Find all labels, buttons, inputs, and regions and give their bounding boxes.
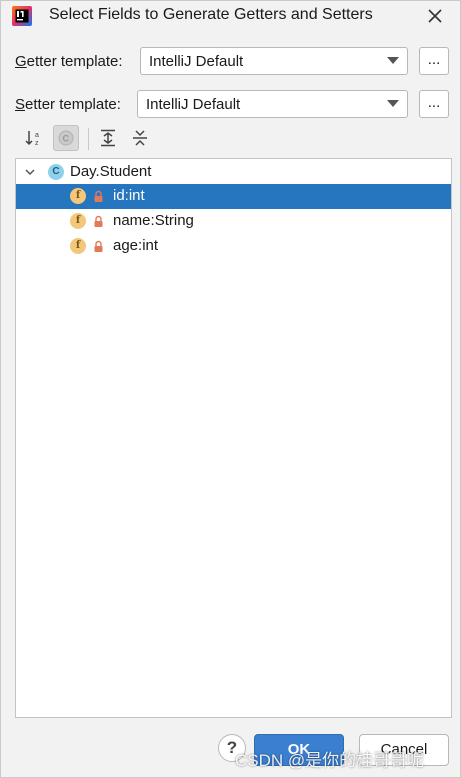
field-label: id:int (113, 187, 145, 204)
lock-icon (94, 240, 103, 252)
setter-template-combobox[interactable]: IntelliJ Default (137, 90, 408, 118)
collapse-all-icon (133, 130, 147, 146)
setter-template-value: IntelliJ Default (146, 96, 241, 113)
field-icon: f (70, 213, 86, 229)
setter-template-row: Setter template: IntelliJ Default ... (15, 90, 449, 120)
tree-node-field[interactable]: f age:int (16, 234, 451, 259)
tree-toolbar: a z C (21, 125, 181, 153)
expand-all-button[interactable] (95, 125, 121, 151)
svg-text:C: C (63, 134, 70, 144)
field-label: name:String (113, 212, 194, 229)
show-classes-icon: C (58, 130, 74, 146)
dialog-title: Select Fields to Generate Getters and Se… (49, 6, 373, 23)
class-label: Day.Student (70, 163, 152, 180)
expand-all-icon (101, 129, 115, 147)
cancel-button[interactable]: Cancel (359, 734, 449, 766)
toolbar-separator (88, 128, 89, 150)
intellij-app-icon (12, 6, 32, 26)
getter-template-more-button[interactable]: ... (419, 47, 449, 75)
getter-template-row: Getter template: IntelliJ Default ... (15, 47, 449, 77)
chevron-down-icon[interactable] (24, 166, 36, 178)
field-label: age:int (113, 237, 159, 254)
field-icon: f (70, 188, 86, 204)
setter-template-more-button[interactable]: ... (419, 90, 449, 118)
getter-template-label: Getter template: (15, 53, 123, 70)
getter-template-combobox[interactable]: IntelliJ Default (140, 47, 408, 75)
setter-template-label: Setter template: (15, 96, 121, 113)
fields-tree[interactable]: C Day.Student f id:int f name:String f a… (15, 158, 452, 718)
svg-text:z: z (35, 140, 39, 147)
sort-alphabetically-icon: a z (25, 131, 39, 147)
help-button[interactable]: ? (218, 734, 246, 762)
class-icon: C (48, 164, 64, 180)
generate-getters-setters-dialog: Select Fields to Generate Getters and Se… (0, 0, 461, 778)
tree-node-class[interactable]: C Day.Student (16, 160, 451, 185)
close-icon (428, 9, 442, 23)
show-classes-button[interactable]: C (53, 125, 79, 151)
collapse-all-button[interactable] (127, 125, 153, 151)
tree-node-field[interactable]: f name:String (16, 209, 451, 234)
tree-node-field[interactable]: f id:int (16, 184, 451, 209)
lock-icon (94, 190, 103, 202)
chevron-down-icon (387, 57, 399, 64)
ok-button[interactable]: OK (254, 734, 344, 766)
sort-alphabetically-button[interactable]: a z (21, 125, 47, 151)
close-button[interactable] (424, 5, 446, 27)
field-icon: f (70, 238, 86, 254)
getter-template-value: IntelliJ Default (149, 53, 244, 70)
title-bar: Select Fields to Generate Getters and Se… (1, 1, 460, 33)
lock-icon (94, 215, 103, 227)
svg-text:a: a (35, 132, 39, 139)
chevron-down-icon (387, 100, 399, 107)
